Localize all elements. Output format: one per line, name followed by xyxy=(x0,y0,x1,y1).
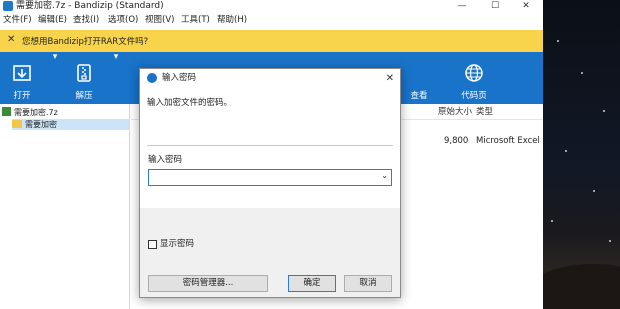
view-button[interactable]: 查看 xyxy=(398,52,440,104)
password-input[interactable] xyxy=(151,171,379,184)
menu-find[interactable]: 查找(I) xyxy=(73,13,99,27)
tree-item-folder[interactable]: 需要加密 xyxy=(12,119,130,130)
rar-notice-bar: ✕ 您想用Bandizip打开RAR文件吗? xyxy=(0,30,543,52)
bandizip-app-icon xyxy=(3,1,13,11)
column-type[interactable]: 类型 xyxy=(476,104,493,120)
menu-options[interactable]: 选项(O) xyxy=(108,13,138,27)
menu-file[interactable]: 文件(F) xyxy=(3,13,32,27)
password-dialog: 输入密码 ✕ 输入加密文件的密码。 输入密码 ⌄ 显示密码 密码管理器... 确… xyxy=(139,68,401,298)
file-size: 9,800 xyxy=(444,136,469,146)
menu-tools[interactable]: 工具(T) xyxy=(181,13,210,27)
notice-text[interactable]: 您想用Bandizip打开RAR文件吗? xyxy=(22,35,148,47)
close-window-button[interactable]: ✕ xyxy=(514,0,538,12)
minimize-button[interactable]: — xyxy=(450,0,474,12)
tree-archive-label: 需要加密.7z xyxy=(14,108,58,117)
file-type: Microsoft Excel 工 xyxy=(476,136,543,146)
codepage-label: 代码页 xyxy=(461,91,487,101)
dialog-close-icon[interactable]: ✕ xyxy=(386,69,394,88)
checkbox-box[interactable] xyxy=(148,240,157,249)
dialog-title: 输入密码 xyxy=(162,73,197,83)
menu-bar: 文件(F) 编辑(E) 查找(I) 选项(O) 视图(V) 工具(T) 帮助(H… xyxy=(0,13,543,27)
menu-help[interactable]: 帮助(H) xyxy=(217,13,247,27)
dialog-title-bar: 输入密码 ✕ xyxy=(140,69,400,88)
extract-button[interactable]: 解压 xyxy=(64,52,104,104)
chevron-down-icon[interactable]: ⌄ xyxy=(381,171,388,180)
desktop-hill xyxy=(543,264,620,309)
globe-icon xyxy=(465,64,483,82)
open-dropdown-icon[interactable]: ▾ xyxy=(50,52,60,104)
open-button[interactable]: 打开 xyxy=(2,52,42,104)
show-password-label[interactable]: 显示密码 xyxy=(160,239,194,250)
ok-button[interactable]: 确定 xyxy=(288,275,336,292)
tree-folder-label: 需要加密 xyxy=(25,120,57,129)
bandizip-window: 需要加密.7z - Bandizip (Standard) — ☐ ✕ 文件(F… xyxy=(0,0,543,309)
bandizip-dialog-icon xyxy=(147,73,157,83)
menu-view[interactable]: 视图(V) xyxy=(145,13,174,27)
folder-tree: 需要加密.7z 需要加密 xyxy=(0,104,130,309)
open-icon xyxy=(13,65,31,81)
maximize-button[interactable]: ☐ xyxy=(483,0,507,12)
dialog-separator xyxy=(147,145,393,146)
password-combobox[interactable]: ⌄ xyxy=(148,169,392,186)
column-original-size[interactable]: 原始大小 xyxy=(438,104,472,120)
desktop-background xyxy=(543,0,620,309)
extract-label: 解压 xyxy=(75,91,93,101)
window-title: 需要加密.7z - Bandizip (Standard) xyxy=(16,1,164,11)
folder-icon xyxy=(12,120,22,128)
extract-dropdown-icon[interactable]: ▾ xyxy=(111,52,121,104)
menu-edit[interactable]: 编辑(E) xyxy=(38,13,67,27)
notice-close-icon[interactable]: ✕ xyxy=(7,34,15,45)
password-field-label: 输入密码 xyxy=(148,155,183,165)
tree-item-archive[interactable]: 需要加密.7z xyxy=(2,107,130,118)
title-bar: 需要加密.7z - Bandizip (Standard) — ☐ ✕ xyxy=(0,0,543,12)
open-label: 打开 xyxy=(13,91,31,101)
codepage-button[interactable]: 代码页 xyxy=(452,52,496,104)
archive-icon xyxy=(2,107,11,116)
dialog-description: 输入加密文件的密码。 xyxy=(147,98,233,108)
extract-icon xyxy=(77,64,91,82)
view-label: 查看 xyxy=(410,91,428,101)
password-manager-button[interactable]: 密码管理器... xyxy=(148,275,268,292)
cancel-button[interactable]: 取消 xyxy=(344,275,392,292)
